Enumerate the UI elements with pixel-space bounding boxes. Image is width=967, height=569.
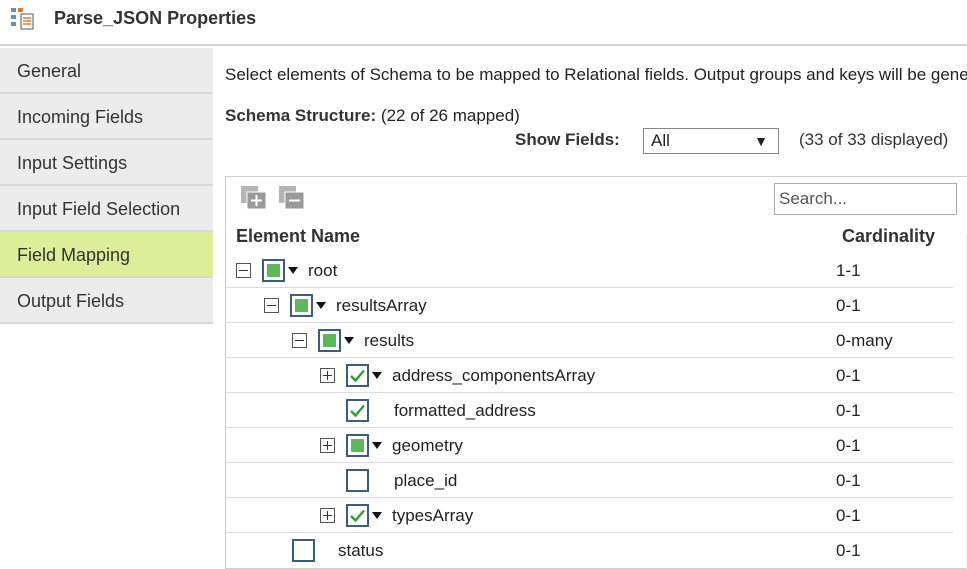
- expand-toggle-icon[interactable]: [320, 368, 335, 383]
- expand-toggle-icon[interactable]: [320, 438, 335, 453]
- cardinality-value: 0-1: [836, 436, 861, 455]
- show-fields-label: Show Fields:: [515, 130, 620, 149]
- cardinality-value: 0-1: [836, 366, 861, 385]
- caret-down-icon[interactable]: [344, 337, 354, 344]
- caret-down-icon[interactable]: [372, 512, 382, 519]
- sidebar-item-field-mapping[interactable]: Field Mapping: [0, 232, 213, 278]
- dropdown-arrow-icon: ▼: [754, 133, 768, 149]
- schema-tree-panel: Element Name Cardinality root 1-1: [225, 176, 967, 569]
- caret-down-icon[interactable]: [372, 442, 382, 449]
- window-title: Parse_JSON Properties: [54, 8, 257, 28]
- search-input[interactable]: [774, 183, 957, 215]
- column-header-element-name[interactable]: Element Name: [236, 226, 360, 247]
- element-name: status: [338, 541, 384, 560]
- tree-row[interactable]: root 1-1: [226, 253, 953, 288]
- collapse-toggle-icon[interactable]: [236, 263, 251, 278]
- cardinality-value: 1-1: [836, 261, 861, 280]
- tree-row[interactable]: place_id 0-1: [226, 463, 953, 498]
- collapse-toggle-icon[interactable]: [292, 333, 307, 348]
- element-name: address_componentsArray: [392, 366, 596, 385]
- sidebar-item-general[interactable]: General: [0, 48, 213, 94]
- column-header-cardinality[interactable]: Cardinality: [842, 226, 935, 247]
- element-name: formatted_address: [394, 401, 536, 420]
- description-text: Select elements of Schema to be mapped t…: [225, 65, 967, 84]
- tree-rows: root 1-1 resultsArray 0-1 results 0-many…: [226, 253, 953, 568]
- element-name: typesArray: [392, 506, 474, 525]
- sidebar-item-output-fields[interactable]: Output Fields: [0, 278, 213, 324]
- partial-checkbox[interactable]: [346, 434, 369, 457]
- tree-row[interactable]: geometry 0-1: [226, 428, 953, 463]
- collapse-all-icon[interactable]: [278, 185, 306, 211]
- unchecked-checkbox[interactable]: [292, 539, 315, 562]
- main-panel: Select elements of Schema to be mapped t…: [213, 48, 967, 569]
- caret-down-icon[interactable]: [288, 267, 298, 274]
- show-fields-value: All: [651, 131, 670, 150]
- tree-row[interactable]: formatted_address 0-1: [226, 393, 953, 428]
- sidebar: General Incoming Fields Input Settings I…: [0, 48, 213, 324]
- element-name: root: [308, 261, 338, 280]
- sidebar-item-incoming-fields[interactable]: Incoming Fields: [0, 94, 213, 140]
- tree-row[interactable]: resultsArray 0-1: [226, 288, 953, 323]
- show-fields-select[interactable]: All ▼: [643, 128, 779, 154]
- element-name: place_id: [394, 471, 458, 490]
- caret-down-icon[interactable]: [372, 372, 382, 379]
- collapse-toggle-icon[interactable]: [264, 298, 279, 313]
- checkmark-icon: [350, 369, 365, 383]
- checked-checkbox[interactable]: [346, 364, 369, 387]
- displayed-count: (33 of 33 displayed): [799, 130, 949, 149]
- cardinality-value: 0-1: [836, 506, 861, 525]
- cardinality-value: 0-1: [836, 401, 861, 420]
- expand-all-icon[interactable]: [240, 185, 268, 211]
- checked-checkbox[interactable]: [346, 399, 369, 422]
- cardinality-value: 0-1: [836, 541, 861, 560]
- schema-structure: Schema Structure: (22 of 26 mapped): [225, 106, 520, 126]
- schema-structure-label: Schema Structure:: [225, 106, 377, 125]
- partial-checkbox[interactable]: [318, 329, 341, 352]
- caret-down-icon[interactable]: [316, 302, 326, 309]
- tree-row[interactable]: typesArray 0-1: [226, 498, 953, 533]
- element-name: resultsArray: [336, 296, 427, 315]
- schema-mapped-count: (22 of 26 mapped): [380, 106, 520, 125]
- cardinality-value: 0-1: [836, 296, 861, 315]
- tree-row[interactable]: status 0-1: [226, 533, 953, 568]
- checked-checkbox[interactable]: [346, 504, 369, 527]
- cardinality-value: 0-1: [836, 471, 861, 490]
- partial-checkbox[interactable]: [262, 259, 285, 282]
- element-name: geometry: [392, 436, 463, 455]
- sidebar-item-input-field-selection[interactable]: Input Field Selection: [0, 186, 213, 232]
- sidebar-item-input-settings[interactable]: Input Settings: [0, 140, 213, 186]
- checkmark-icon: [350, 404, 365, 418]
- checkmark-icon: [350, 509, 365, 523]
- transformation-icon: [11, 8, 34, 30]
- title-bar: Parse_JSON Properties: [0, 0, 967, 46]
- tree-row[interactable]: address_componentsArray 0-1: [226, 358, 953, 393]
- tree-row[interactable]: results 0-many: [226, 323, 953, 358]
- cardinality-value: 0-many: [836, 331, 893, 350]
- partial-checkbox[interactable]: [290, 294, 313, 317]
- expand-toggle-icon[interactable]: [320, 508, 335, 523]
- unchecked-checkbox[interactable]: [346, 469, 369, 492]
- element-name: results: [364, 331, 415, 350]
